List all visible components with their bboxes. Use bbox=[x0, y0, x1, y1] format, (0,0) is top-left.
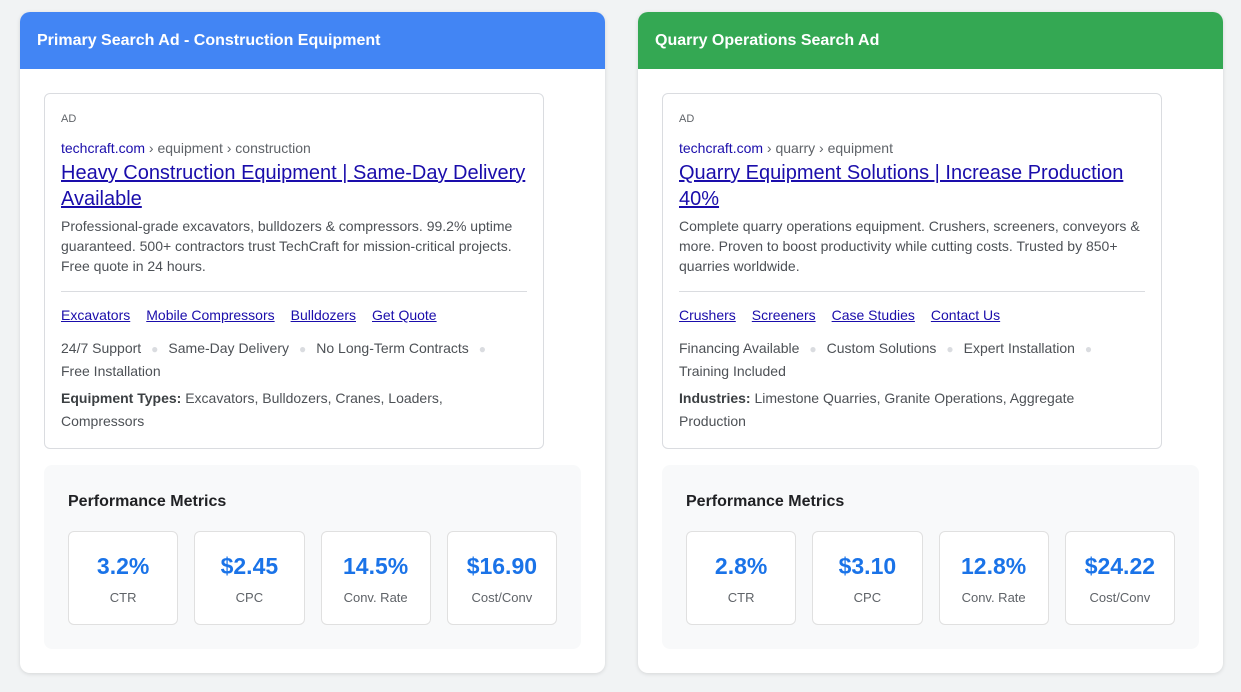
sitelinks: Crushers Screeners Case Studies Contact … bbox=[679, 307, 1000, 323]
metrics-title: Performance Metrics bbox=[68, 493, 227, 510]
display-url: techcraft.com › quarry › equipment bbox=[679, 140, 893, 156]
metric-cost-conv: $24.22 Cost/Conv bbox=[1064, 531, 1175, 625]
snippet-label: Industries: bbox=[679, 390, 751, 406]
metric-label: Conv. Rate bbox=[961, 590, 1026, 605]
metric-value: $3.10 bbox=[838, 553, 897, 579]
bullet-separator: ● bbox=[1084, 342, 1093, 356]
metric-value: 14.5% bbox=[343, 553, 409, 579]
ad-panel-quarry: Quarry Operations Search Ad AD techcraft… bbox=[638, 12, 1223, 673]
callout: No Long-Term Contracts bbox=[316, 340, 469, 356]
display-url: techcraft.com › equipment › construction bbox=[61, 140, 311, 156]
metric-value: 3.2% bbox=[96, 553, 150, 579]
sitelink-contact-us[interactable]: Contact Us bbox=[931, 307, 1000, 323]
divider bbox=[679, 291, 1145, 292]
metric-value: $2.45 bbox=[220, 553, 279, 579]
metric-label: CPC bbox=[853, 590, 882, 605]
divider bbox=[61, 291, 527, 292]
metric-conv-rate: 14.5% Conv. Rate bbox=[320, 531, 431, 625]
display-url-domain: techcraft.com bbox=[61, 140, 146, 156]
ad-headline-link[interactable]: Heavy Construction Equipment | Same-Day … bbox=[61, 160, 527, 212]
metric-label: Cost/Conv bbox=[1089, 590, 1151, 605]
display-url-domain: techcraft.com bbox=[679, 140, 764, 156]
callouts: Financing Available ● Custom Solutions ● Exp… bbox=[679, 337, 1131, 382]
callout: Free Installation bbox=[61, 363, 161, 379]
ad-description: Professional-grade excavators, bulldozer… bbox=[61, 218, 513, 274]
bullet-separator: ● bbox=[946, 342, 954, 356]
callout: Same-Day Delivery bbox=[168, 340, 290, 356]
panel-header: Primary Search Ad - Construction Equipme… bbox=[20, 12, 605, 69]
callout: Training Included bbox=[679, 363, 786, 379]
metric-cost-conv: $16.90 Cost/Conv bbox=[446, 531, 557, 625]
metric-value: 2.8% bbox=[714, 553, 768, 579]
sitelinks: Excavators Mobile Compressors Bulldozers… bbox=[61, 307, 437, 323]
snippet-label: Equipment Types: bbox=[61, 390, 182, 406]
ad-panel-construction: Primary Search Ad - Construction Equipme… bbox=[20, 12, 605, 673]
bullet-separator: ● bbox=[299, 342, 307, 356]
metric-value: $16.90 bbox=[466, 553, 538, 579]
ad-headline-link[interactable]: Quarry Equipment Solutions | Increase Pr… bbox=[679, 160, 1145, 212]
performance-metrics: Performance Metrics 2.8% CTR $3.10 CPC 1… bbox=[662, 465, 1199, 649]
metric-tiles: 2.8% CTR $3.10 CPC 12.8% Conv. Rate $24.… bbox=[686, 531, 1175, 625]
sitelink-excavators[interactable]: Excavators bbox=[61, 307, 130, 323]
display-url-path: › quarry › equipment bbox=[763, 140, 893, 156]
metric-label: Conv. Rate bbox=[343, 590, 408, 605]
callout: Custom Solutions bbox=[826, 340, 937, 356]
structured-snippet: Equipment Types: Excavators, Bulldozers,… bbox=[61, 387, 463, 433]
ad-label: AD bbox=[679, 113, 695, 125]
metrics-title: Performance Metrics bbox=[686, 493, 845, 510]
metric-ctr: 2.8% CTR bbox=[686, 531, 797, 625]
display-url-path: › equipment › construction bbox=[145, 140, 311, 156]
metric-value: 12.8% bbox=[961, 553, 1027, 579]
metric-label: CTR bbox=[109, 590, 137, 605]
sitelink-mobile-compressors[interactable]: Mobile Compressors bbox=[146, 307, 274, 323]
metric-cpc: $2.45 CPC bbox=[194, 531, 305, 625]
ad-description: Complete quarry operations equipment. Cr… bbox=[679, 218, 1140, 274]
sitelink-get-quote[interactable]: Get Quote bbox=[372, 307, 437, 323]
performance-metrics: Performance Metrics 3.2% CTR $2.45 CPC 1… bbox=[44, 465, 581, 649]
metric-value: $24.22 bbox=[1084, 553, 1156, 579]
bullet-separator: ● bbox=[478, 342, 487, 356]
bullet-separator: ● bbox=[809, 342, 817, 356]
callout: Financing Available bbox=[679, 340, 800, 356]
metric-tiles: 3.2% CTR $2.45 CPC 14.5% Conv. Rate $16.… bbox=[68, 531, 557, 625]
sitelink-bulldozers[interactable]: Bulldozers bbox=[291, 307, 356, 323]
panel-title: Primary Search Ad - Construction Equipme… bbox=[37, 31, 381, 49]
sitelink-crushers[interactable]: Crushers bbox=[679, 307, 736, 323]
ad-preview-card: AD techcraft.com › quarry › equipment Qu… bbox=[662, 93, 1162, 449]
metric-label: CTR bbox=[727, 590, 755, 605]
callout: 24/7 Support bbox=[61, 340, 142, 356]
callout: Expert Installation bbox=[963, 340, 1075, 356]
sitelink-case-studies[interactable]: Case Studies bbox=[832, 307, 915, 323]
metric-ctr: 3.2% CTR bbox=[68, 531, 179, 625]
structured-snippet: Industries: Limestone Quarries, Granite … bbox=[679, 387, 1081, 433]
panel-title: Quarry Operations Search Ad bbox=[655, 31, 880, 49]
metric-cpc: $3.10 CPC bbox=[812, 531, 923, 625]
callouts: 24/7 Support ● Same-Day Delivery ● No Long-T… bbox=[61, 337, 513, 382]
metric-label: Cost/Conv bbox=[471, 590, 533, 605]
metric-label: CPC bbox=[235, 590, 264, 605]
bullet-separator: ● bbox=[151, 342, 159, 356]
ad-label: AD bbox=[61, 113, 77, 125]
panel-header: Quarry Operations Search Ad bbox=[638, 12, 1223, 69]
ad-preview-card: AD techcraft.com › equipment › construct… bbox=[44, 93, 544, 449]
metric-conv-rate: 12.8% Conv. Rate bbox=[938, 531, 1049, 625]
sitelink-screeners[interactable]: Screeners bbox=[752, 307, 816, 323]
